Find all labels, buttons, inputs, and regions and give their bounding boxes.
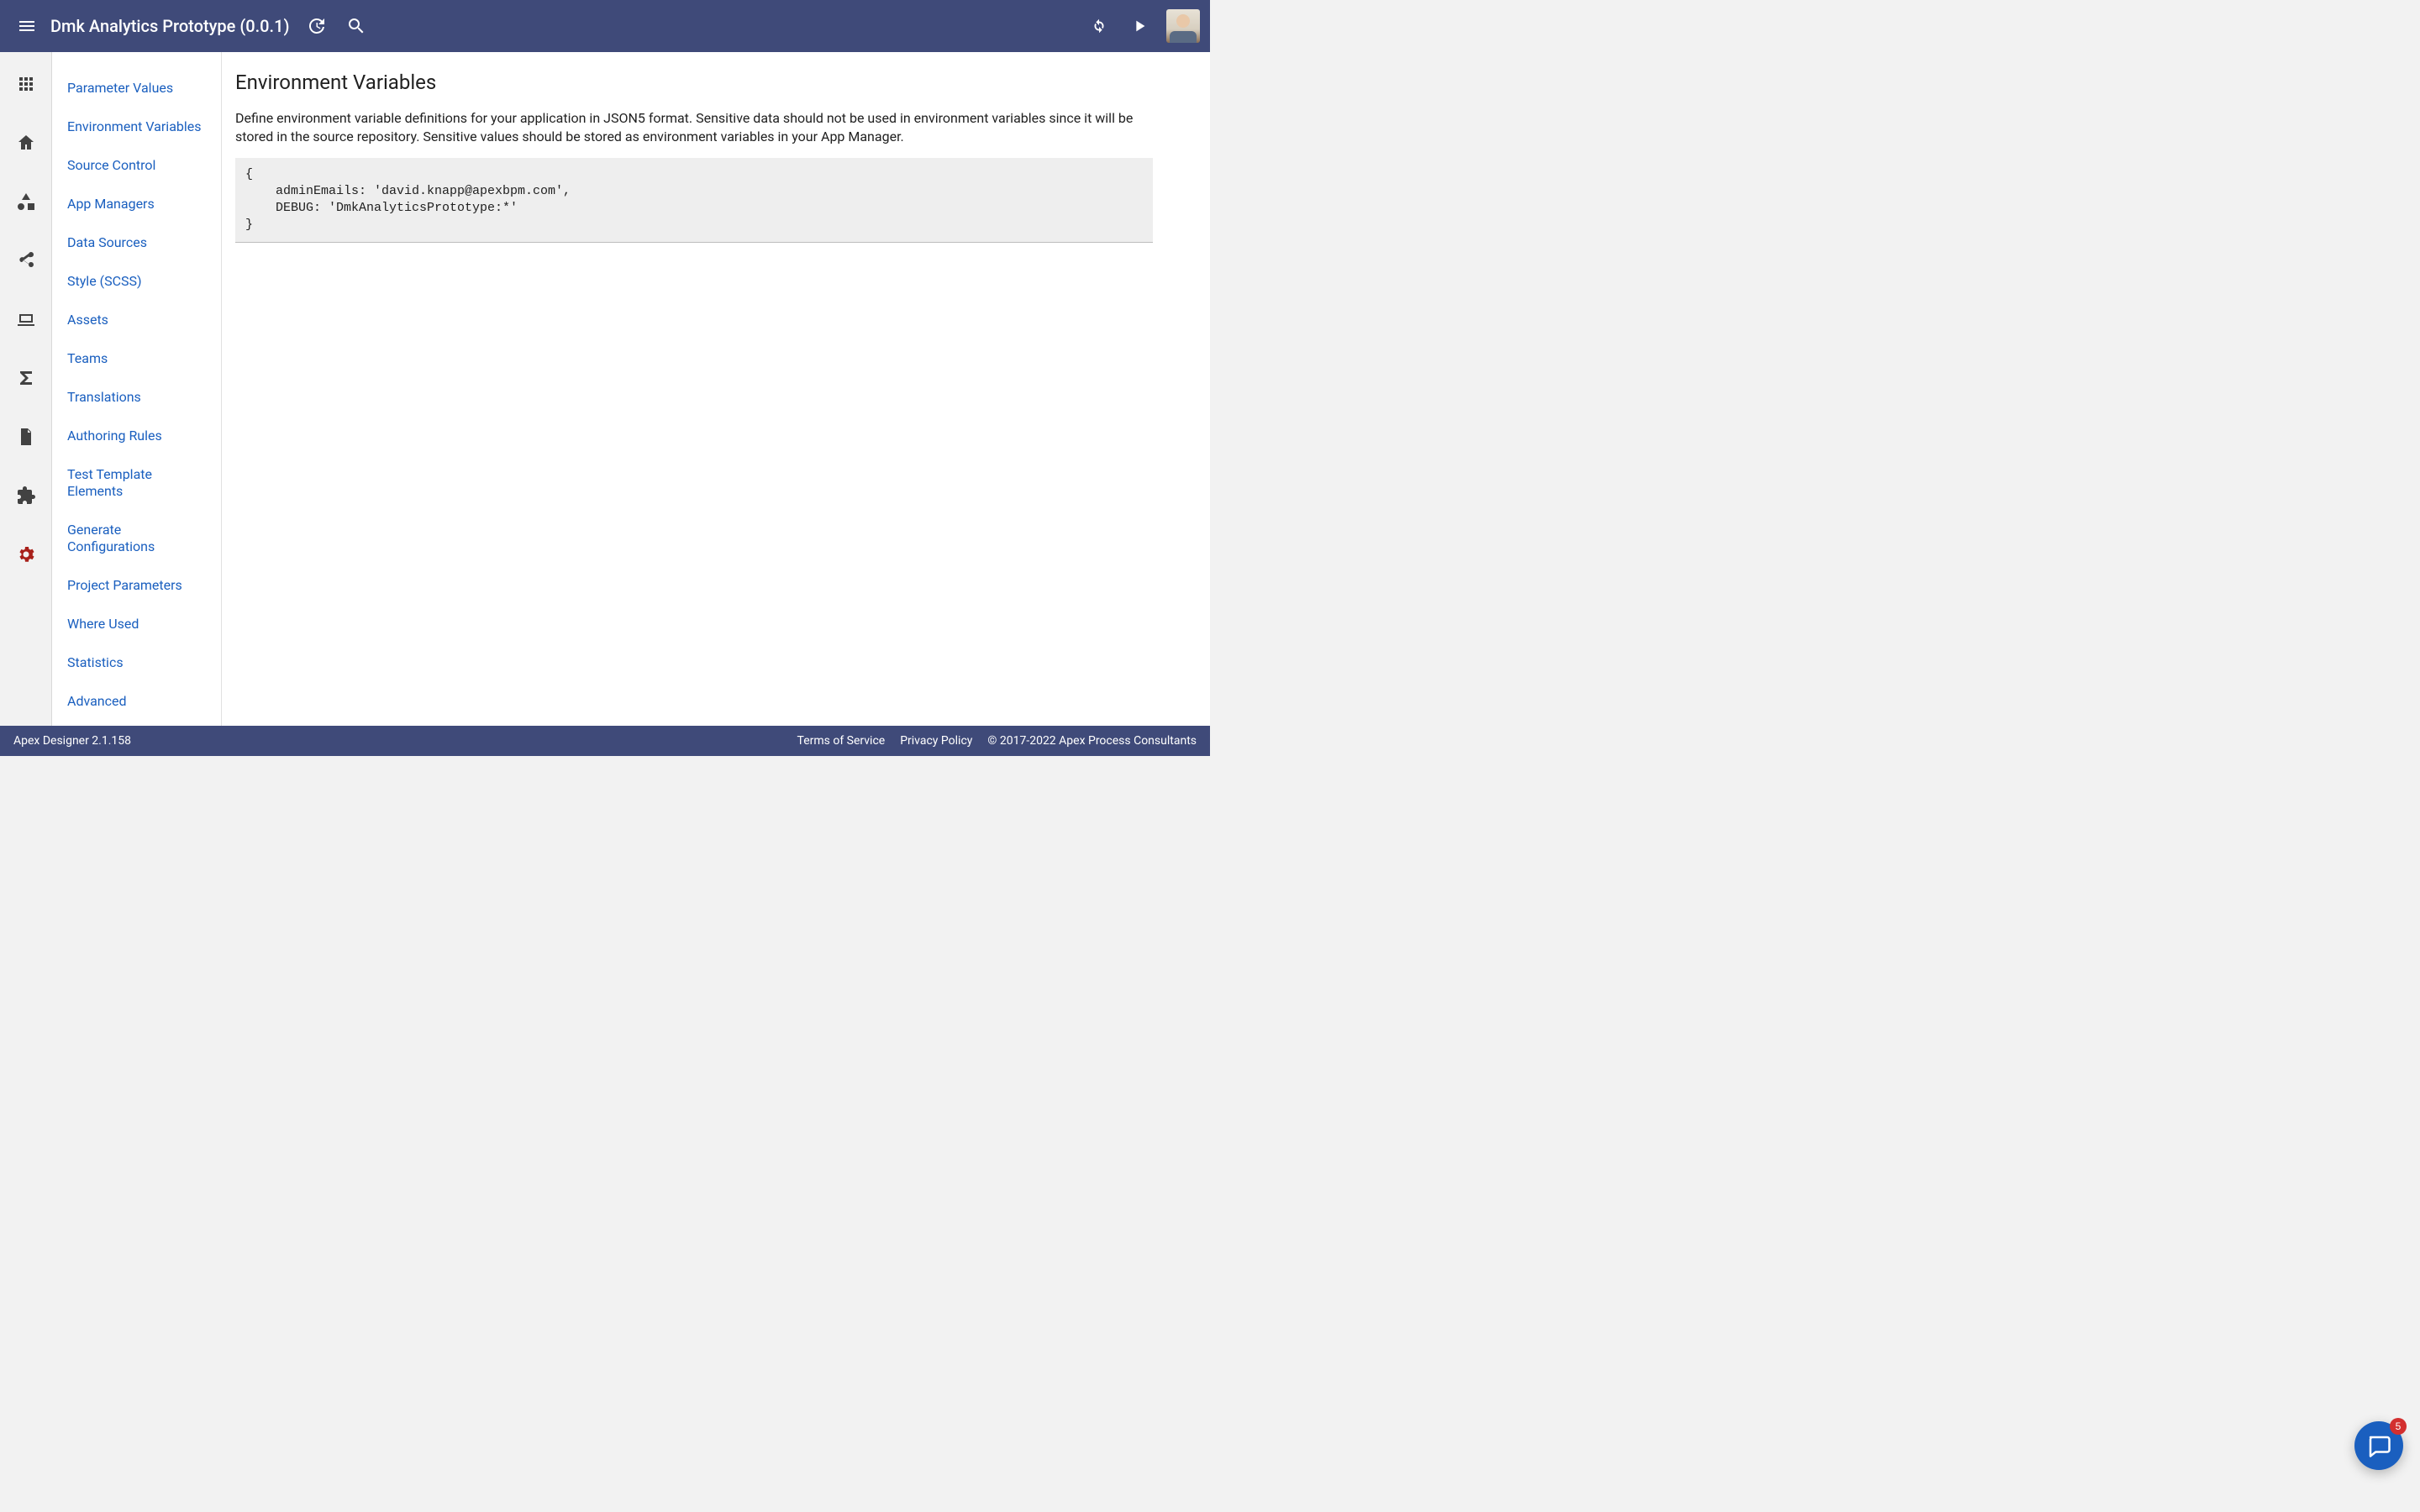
icon-rail (0, 52, 52, 726)
refresh-icon (1090, 17, 1108, 35)
rail-sigma[interactable] (9, 361, 43, 395)
user-avatar[interactable] (1166, 9, 1200, 43)
laptop-icon (16, 309, 36, 329)
history-icon (306, 16, 326, 36)
nav-statistics[interactable]: Statistics (52, 643, 221, 682)
app-bar: Dmk Analytics Prototype (0.0.1) (0, 0, 1210, 52)
nav-generate-configurations[interactable]: Generate Configurations (52, 511, 221, 566)
nav-data-sources[interactable]: Data Sources (52, 223, 221, 262)
chat-icon (2366, 1433, 2391, 1458)
rail-extension[interactable] (9, 479, 43, 512)
chat-launcher[interactable]: 5 (2354, 1421, 2403, 1470)
apps-icon (16, 74, 36, 94)
nav-assets[interactable]: Assets (52, 301, 221, 339)
search-button[interactable] (336, 6, 376, 46)
menu-button[interactable] (7, 6, 47, 46)
nav-advanced[interactable]: Advanced (52, 682, 221, 721)
rail-page[interactable] (9, 420, 43, 454)
play-button[interactable] (1119, 6, 1160, 46)
nav-teams[interactable]: Teams (52, 339, 221, 378)
share-icon (16, 250, 36, 270)
shapes-icon (16, 192, 36, 212)
nav-app-managers[interactable]: App Managers (52, 185, 221, 223)
settings-icon (16, 544, 36, 564)
footer-privacy[interactable]: Privacy Policy (900, 734, 972, 748)
puzzle-icon (16, 486, 36, 506)
nav-project-parameters[interactable]: Project Parameters (52, 566, 221, 605)
footer: Apex Designer 2.1.158 Terms of Service P… (0, 726, 1210, 756)
footer-version: Apex Designer 2.1.158 (13, 734, 131, 748)
rail-apps[interactable] (9, 67, 43, 101)
history-button[interactable] (296, 6, 336, 46)
rail-share[interactable] (9, 244, 43, 277)
content-area: Environment Variables Define environment… (222, 52, 1210, 726)
play-icon (1130, 17, 1149, 35)
nav-where-used[interactable]: Where Used (52, 605, 221, 643)
nav-translations[interactable]: Translations (52, 378, 221, 417)
nav-parameter-values[interactable]: Parameter Values (52, 69, 221, 108)
env-vars-editor[interactable]: { adminEmails: 'david.knapp@apexbpm.com'… (235, 158, 1153, 243)
main-area: Parameter Values Environment Variables S… (0, 52, 1210, 726)
rail-shapes[interactable] (9, 185, 43, 218)
footer-copyright: © 2017-2022 Apex Process Consultants (987, 734, 1197, 748)
footer-terms[interactable]: Terms of Service (797, 734, 886, 748)
refresh-button[interactable] (1079, 6, 1119, 46)
nav-style-scss[interactable]: Style (SCSS) (52, 262, 221, 301)
page-title: Environment Variables (235, 71, 1193, 94)
rail-home[interactable] (9, 126, 43, 160)
home-icon (16, 133, 36, 153)
menu-icon (17, 16, 37, 36)
page-description: Define environment variable definitions … (235, 109, 1151, 146)
nav-test-template-elements[interactable]: Test Template Elements (52, 455, 221, 511)
app-title: Dmk Analytics Prototype (0.0.1) (47, 16, 296, 36)
settings-nav: Parameter Values Environment Variables S… (52, 52, 222, 726)
search-icon (346, 16, 366, 36)
page-icon (16, 427, 36, 447)
rail-laptop[interactable] (9, 302, 43, 336)
nav-source-control[interactable]: Source Control (52, 146, 221, 185)
nav-environment-variables[interactable]: Environment Variables (52, 108, 221, 146)
sigma-icon (16, 368, 36, 388)
nav-authoring-rules[interactable]: Authoring Rules (52, 417, 221, 455)
chat-badge: 5 (2390, 1418, 2407, 1435)
rail-settings[interactable] (9, 538, 43, 571)
